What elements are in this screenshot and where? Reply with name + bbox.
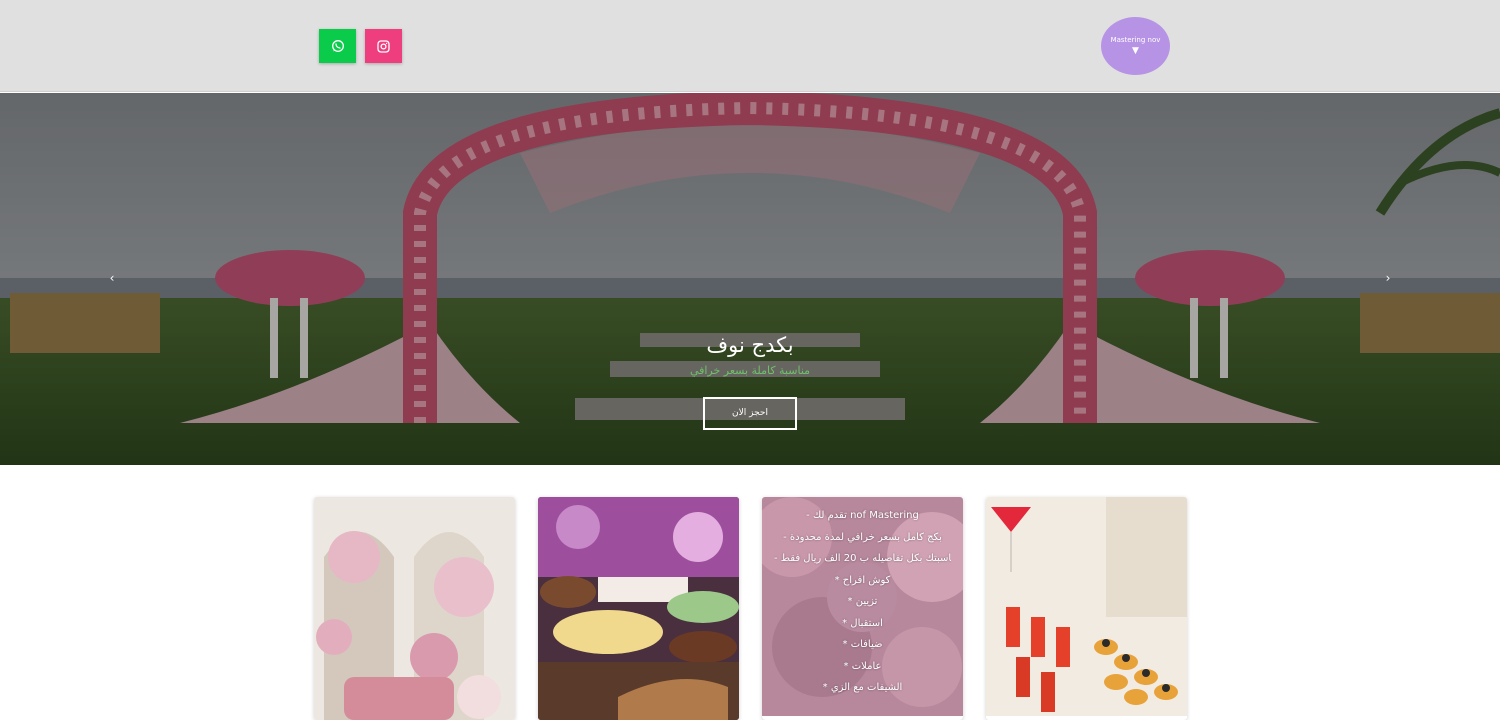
package-line: - تقدم لك nof Mastering xyxy=(806,510,919,521)
slider-prev-arrow[interactable]: ‹ xyxy=(106,271,118,285)
hero-slider[interactable]: ‹ › بكدج نوف مناسبة كاملة بسعر خرافي احج… xyxy=(0,93,1500,465)
gallery-card[interactable] xyxy=(538,497,739,720)
slider-next-arrow[interactable]: › xyxy=(1382,271,1394,285)
whatsapp-button[interactable] xyxy=(319,29,356,63)
package-details-text: - تقدم لك nof Mastering - بكج كامل بسعر … xyxy=(762,497,963,717)
gallery-card[interactable] xyxy=(986,497,1187,720)
floral-arch-sofa-photo xyxy=(314,497,515,720)
instagram-icon xyxy=(377,39,390,53)
instagram-button[interactable] xyxy=(365,29,402,63)
site-logo[interactable]: Mastering nov ▼ xyxy=(1101,17,1170,75)
site-header: Mastering nov ▼ xyxy=(0,0,1500,92)
gallery-card[interactable] xyxy=(314,497,515,720)
whatsapp-icon xyxy=(331,40,344,52)
gallery-card[interactable]: - تقدم لك nof Mastering - بكج كامل بسعر … xyxy=(762,497,963,720)
package-line: * استقبال xyxy=(842,617,883,629)
package-line: * عاملات xyxy=(843,660,882,672)
hero-subtitle: مناسبة كاملة بسعر خرافي xyxy=(689,364,811,377)
book-now-button[interactable]: احجز الان xyxy=(703,397,797,430)
logo-text: Mastering nov xyxy=(1110,36,1161,44)
package-line: * الشيفات مع الزي xyxy=(822,682,903,693)
package-line: * ضيافات xyxy=(842,639,883,650)
package-line: - مناسبتك بكل تفاصيله ب 20 الف ريال فقط xyxy=(774,553,951,564)
package-line: - بكج كامل بسعر خرافي لمدة محدودة xyxy=(783,531,942,543)
cocktails-canapes-photo xyxy=(986,497,1187,720)
package-line: * تزيين xyxy=(847,596,878,607)
package-line: * كوش افراح xyxy=(834,574,891,586)
logo-mark-icon: ▼ xyxy=(1132,46,1139,56)
dessert-buffet-photo xyxy=(538,497,739,720)
hero-title: بكدج نوف xyxy=(706,333,794,357)
